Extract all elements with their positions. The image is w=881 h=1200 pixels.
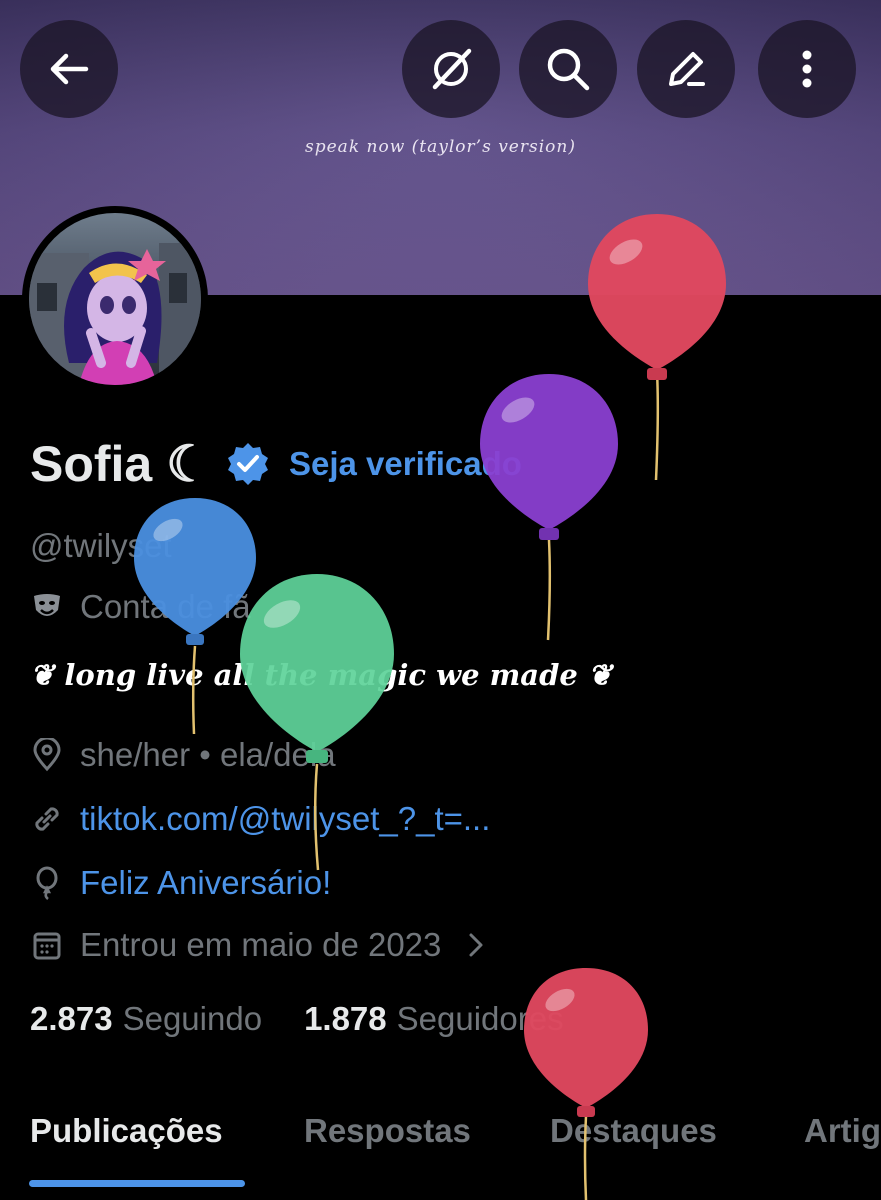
- active-tab-indicator: [29, 1180, 245, 1187]
- tab-replies[interactable]: Respostas: [304, 1112, 471, 1150]
- tab-posts[interactable]: Publicações: [30, 1112, 223, 1150]
- edit-profile-button[interactable]: [637, 20, 735, 118]
- avatar-image: [29, 213, 201, 385]
- calendar-icon: [30, 928, 64, 962]
- green-balloon-icon: [240, 574, 394, 871]
- following-label: Seguindo: [122, 1000, 263, 1037]
- theater-masks-icon: [30, 590, 64, 624]
- purple-balloon-icon: [480, 374, 618, 641]
- profile-joined-date[interactable]: Entrou em maio de 2023: [30, 926, 487, 964]
- joined-label: Entrou em maio de 2023: [80, 926, 442, 963]
- follow-stats: 2.873 Seguindo 1.878 Seguidores: [30, 1000, 606, 1038]
- grok-button[interactable]: [402, 20, 500, 118]
- link-icon: [30, 802, 64, 836]
- back-button[interactable]: [20, 20, 118, 118]
- back-arrow-icon: [50, 53, 89, 85]
- more-vertical-icon: [802, 50, 812, 88]
- tab-articles[interactable]: Artig: [804, 1112, 881, 1150]
- red-balloon-icon: [524, 968, 648, 1200]
- following-count: 2.873: [30, 1000, 113, 1037]
- balloon-icon: [30, 866, 64, 900]
- edit-icon: [669, 52, 705, 86]
- grok-icon: [432, 48, 472, 90]
- profile-name-row: Sofia ☾ Seja verificado: [30, 432, 522, 496]
- location-pin-icon: [30, 738, 64, 772]
- display-name: Sofia ☾: [30, 436, 211, 492]
- banner-caption: speak now (taylor’s version): [305, 137, 576, 157]
- profile-avatar[interactable]: [22, 206, 208, 392]
- search-icon: [547, 48, 590, 91]
- followers-count: 1.878: [304, 1000, 387, 1037]
- following-stat[interactable]: 2.873 Seguindo: [30, 1000, 262, 1038]
- chevron-right-icon: [469, 933, 483, 957]
- more-options-button[interactable]: [758, 20, 856, 118]
- verified-badge-icon[interactable]: [225, 441, 271, 487]
- search-button[interactable]: [519, 20, 617, 118]
